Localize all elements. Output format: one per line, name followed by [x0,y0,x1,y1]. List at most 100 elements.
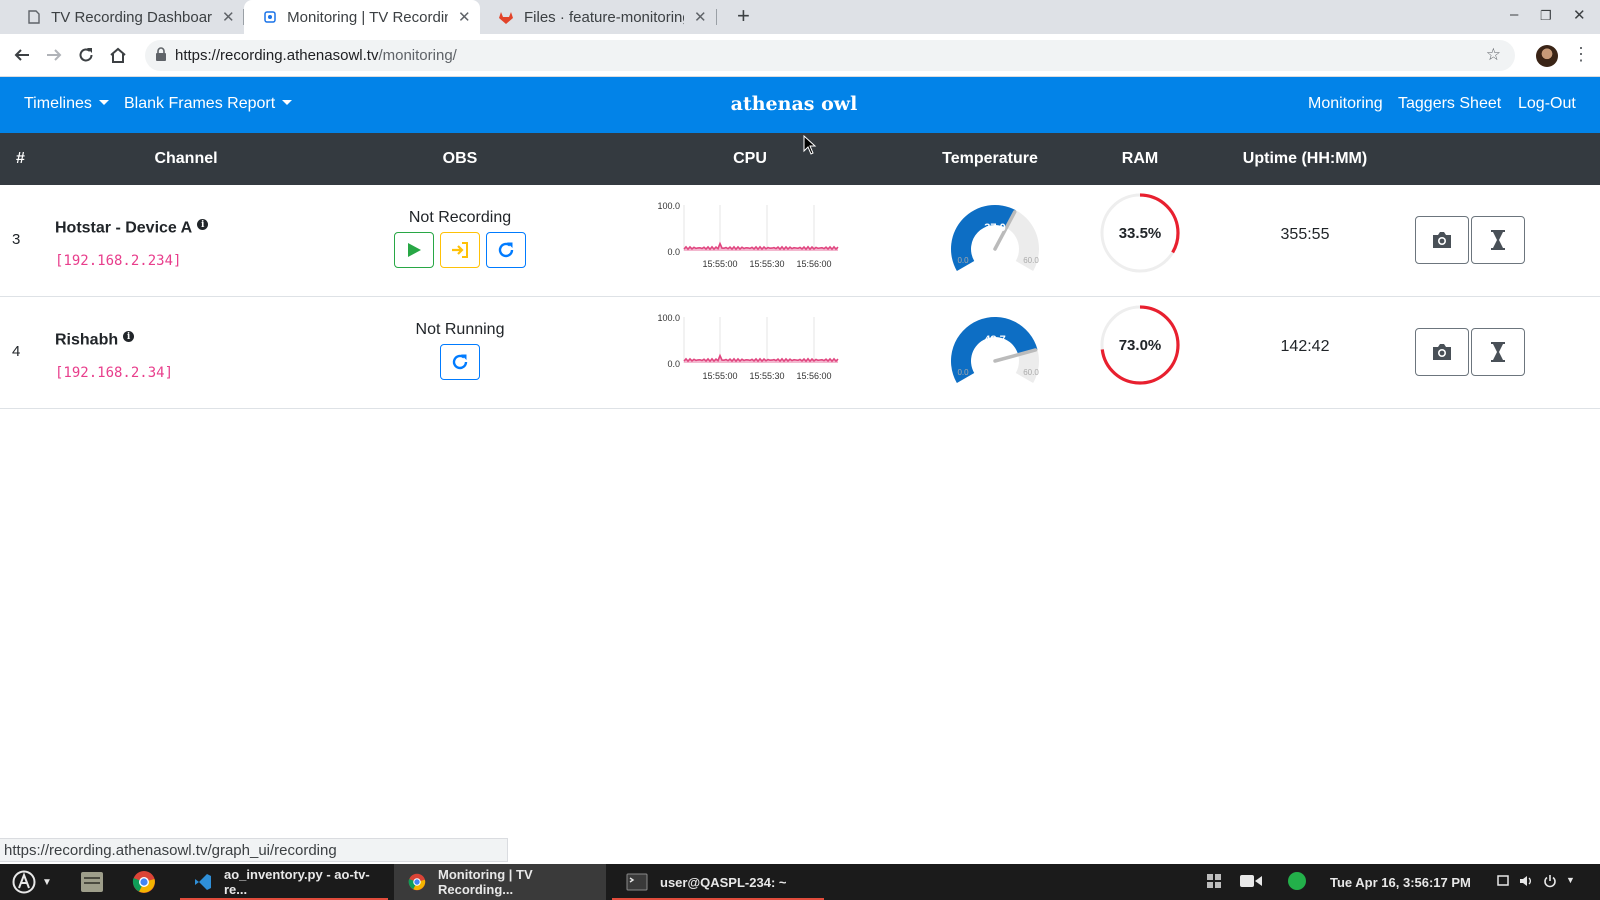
browser-tab-monitoring[interactable]: Monitoring | TV Recording ✕ [244,0,480,34]
launcher-logo-icon [12,870,36,894]
browser-tab-files[interactable]: Files · feature-monitoring ✕ [480,0,716,34]
terminal-icon [626,873,648,891]
close-icon[interactable]: ✕ [222,8,235,26]
channel-name: Hotstar - Device A i [55,219,209,238]
history-button[interactable] [1471,328,1525,376]
cpu-chart: 100.0 0.0 15:55:00 15:55:30 15:56:00 [657,313,839,381]
channel-name-text: Rishabh [55,331,119,349]
browser-toolbar: https://recording.athenasowl.tv/monitori… [0,34,1600,77]
camera-icon [1433,344,1451,360]
page-icon [26,9,41,25]
chrome-icon [408,873,426,891]
close-icon[interactable]: ✕ [458,8,471,26]
cpu-x-tick: 15:55:00 [702,371,737,381]
bookmark-star-icon[interactable]: ☆ [1486,45,1501,65]
workspace-grid-icon[interactable] [1207,874,1221,891]
app-navbar: Timelines Blank Frames Report athenas ow… [0,77,1600,133]
browser-tab-dashboard[interactable]: TV Recording Dashboard ✕ [8,0,244,34]
nav-taggers-sheet-link[interactable]: Taggers Sheet [1398,95,1501,113]
temperature-gauge: 48.7 0.0 60.0 [951,317,1039,383]
vscode-icon [194,873,212,891]
browser-tabstrip: TV Recording Dashboard ✕ Monitoring | TV… [0,0,1600,34]
refresh-icon [452,354,468,370]
gauge-max-label: 60.0 [1023,368,1039,377]
table-header: # Channel OBS CPU Temperature RAM Uptime… [0,133,1600,185]
table-row: 3 Hotstar - Device A i [192.168.2.234] No… [0,185,1600,297]
tab-title: Monitoring | TV Recording [287,8,448,26]
col-cpu: CPU [733,150,767,167]
row-number: 4 [12,343,21,360]
lock-icon [155,47,167,66]
window-close-icon[interactable]: ✕ [1573,6,1586,24]
channel-ip: [192.168.2.34] [55,365,174,381]
power-icon[interactable] [1543,874,1557,891]
chrome-launcher-icon[interactable] [132,870,156,897]
status-indicator-icon[interactable] [1288,872,1306,890]
link-status-bubble: https://recording.athenasowl.tv/graph_ui… [0,838,508,862]
reload-icon[interactable] [74,43,98,67]
cpu-y-tick: 100.0 [657,201,680,211]
chevron-down-icon[interactable]: ▼ [1566,875,1575,885]
refresh-obs-button[interactable] [486,232,526,268]
info-icon[interactable]: i [197,219,209,230]
volume-icon[interactable] [1519,874,1533,891]
task-label: ao_inventory.py - ao-tv-re... [224,867,370,897]
obs-status: Not Running [415,321,505,338]
col-temperature: Temperature [942,150,1038,167]
new-tab-button[interactable]: + [737,3,750,29]
home-icon[interactable] [106,43,130,67]
forward-icon[interactable] [42,43,66,67]
gauge-value: 48.7 [984,334,1005,346]
browser-menu-icon[interactable]: ⋮ [1572,44,1590,65]
file-manager-icon[interactable] [80,871,104,896]
channel-ip: [192.168.2.234] [55,253,182,269]
uptime-value: 355:55 [1280,226,1330,243]
app-launcher-button[interactable]: ▼ [12,870,52,894]
info-icon[interactable]: i [123,331,135,342]
taskbar-chrome[interactable]: Monitoring | TV Recording... [394,864,606,900]
tab-title: Files · feature-monitoring [524,8,684,26]
col-num: # [16,150,25,167]
cpu-y-tick: 0.0 [667,247,680,257]
os-taskbar: ▼ ao_inventory.py - ao-tv-re... Monitori… [0,864,1600,900]
start-recording-button[interactable] [394,232,434,268]
col-obs: OBS [442,150,478,167]
history-button[interactable] [1471,216,1525,264]
screen-icon[interactable] [1497,875,1509,890]
refresh-obs-button[interactable] [440,344,480,380]
obs-status: Not Recording [408,209,512,226]
table-row: 4 Rishabh i [192.168.2.34] Not Running 10… [0,297,1600,409]
url-host: https://recording.athenasowl.tv [175,47,379,64]
tab-title: TV Recording Dashboard [51,8,212,26]
ram-value: 33.5% [1118,225,1162,242]
task-label: Monitoring | TV Recording... [438,867,533,897]
sign-in-icon [452,242,468,258]
camera-icon [1433,232,1451,248]
cpu-x-tick: 15:55:30 [749,371,784,381]
nav-monitoring-link[interactable]: Monitoring [1308,95,1383,113]
back-icon[interactable] [10,43,34,67]
switch-scene-button[interactable] [440,232,480,268]
profile-avatar[interactable] [1536,45,1558,67]
uptime-value: 142:42 [1280,338,1330,355]
minimize-icon[interactable]: – [1510,6,1518,23]
row-number: 3 [12,231,21,248]
restore-icon[interactable]: ❐ [1540,8,1552,24]
nav-logout-link[interactable]: Log-Out [1518,95,1576,113]
cpu-x-tick: 15:55:30 [749,259,784,269]
taskbar-terminal[interactable]: user@QASPL-234: ~ [612,864,824,900]
gitlab-icon [498,9,514,25]
gauge-min-label: 0.0 [957,256,969,265]
video-camera-icon[interactable] [1240,874,1262,891]
screenshot-button[interactable] [1415,216,1469,264]
ram-value: 73.0% [1118,337,1162,354]
taskbar-vscode[interactable]: ao_inventory.py - ao-tv-re... [180,864,388,900]
hourglass-icon [1491,230,1505,250]
close-icon[interactable]: ✕ [694,8,707,26]
tab-divider [716,9,717,25]
cpu-x-tick: 15:55:00 [702,259,737,269]
col-uptime: Uptime (HH:MM) [1242,150,1368,167]
address-bar[interactable]: https://recording.athenasowl.tv/monitori… [145,40,1515,71]
screenshot-button[interactable] [1415,328,1469,376]
gauge-min-label: 0.0 [957,368,969,377]
